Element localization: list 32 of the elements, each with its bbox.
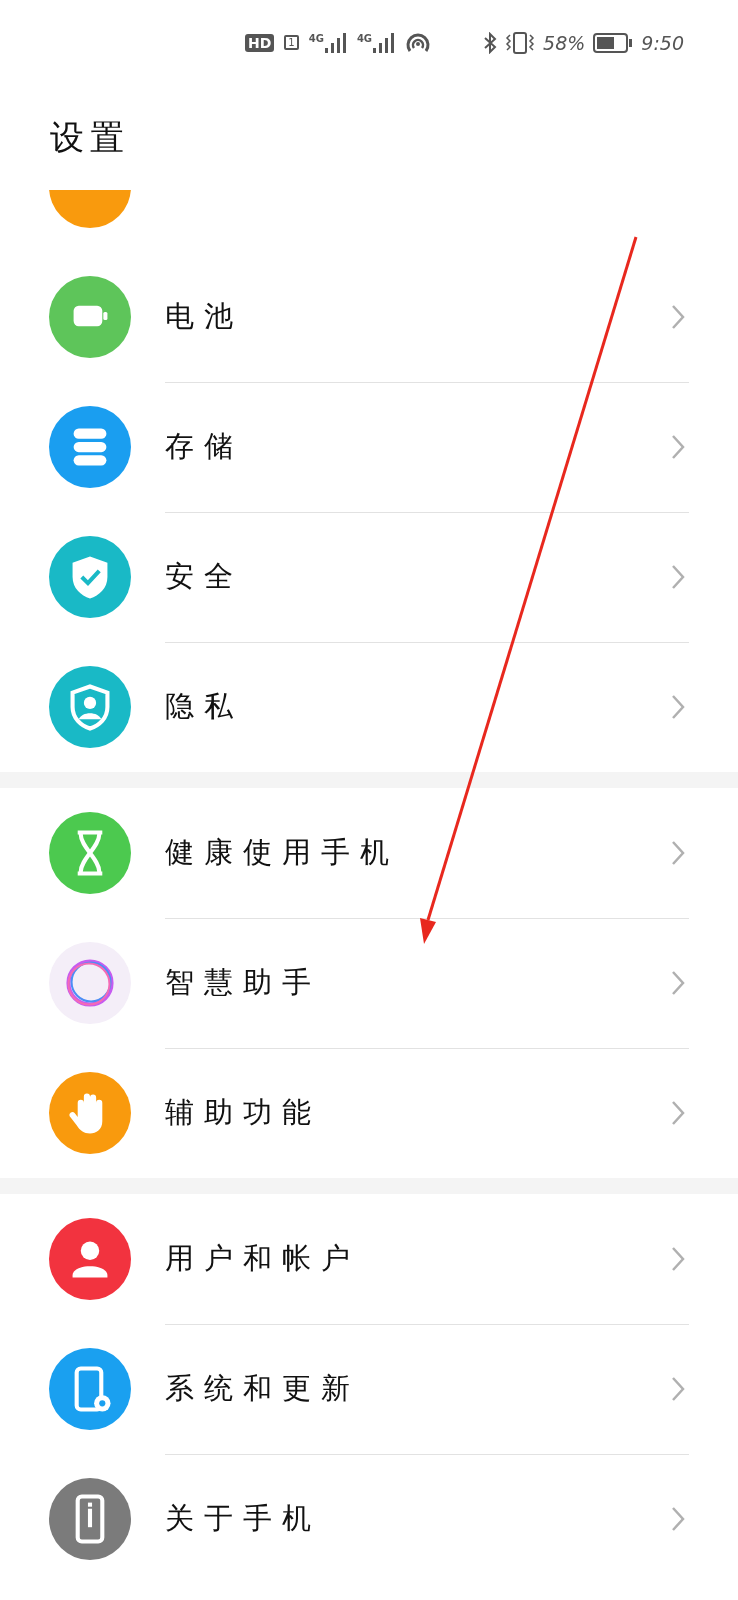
chevron-icon — [671, 1506, 685, 1532]
chevron-icon — [671, 969, 685, 996]
chevron-icon — [671, 839, 685, 866]
chevron-icon — [671, 563, 685, 590]
settings-item[interactable]: 用户和帐户 — [165, 1238, 360, 1279]
chevron-icon — [671, 1245, 685, 1272]
battery-icon — [593, 32, 634, 53]
settings-item[interactable]: 隐私 — [165, 687, 243, 727]
signal-icon — [373, 32, 396, 53]
chevron-icon — [671, 433, 685, 460]
signal-icon — [324, 32, 347, 53]
settings-item[interactable]: 智慧助手 — [165, 962, 321, 1003]
chevron-icon — [671, 694, 685, 720]
network-label: 4G — [308, 32, 324, 44]
hd-badge: HD — [245, 33, 275, 52]
vibrate-icon — [505, 30, 536, 55]
settings-item[interactable]: 电池 — [165, 296, 243, 337]
chevron-icon — [671, 1100, 685, 1126]
bluetooth-icon — [483, 31, 498, 54]
page-title: 设置 — [50, 115, 130, 159]
settings-item[interactable]: 存储 — [165, 426, 243, 467]
battery-percent: 58% — [543, 31, 586, 54]
sim-badge: 1 — [284, 35, 299, 50]
chevron-icon — [671, 1375, 685, 1402]
settings-item[interactable]: 系统和更新 — [165, 1368, 360, 1409]
settings-item[interactable]: 健康使用手机 — [165, 832, 399, 873]
network-label: 4G — [356, 32, 373, 44]
chevron-icon — [671, 303, 685, 330]
settings-item[interactable]: 辅助功能 — [165, 1093, 321, 1133]
clock: 9:50 — [641, 31, 684, 54]
settings-item[interactable]: 关于手机 — [165, 1499, 321, 1539]
settings-item[interactable]: 安全 — [165, 556, 243, 597]
